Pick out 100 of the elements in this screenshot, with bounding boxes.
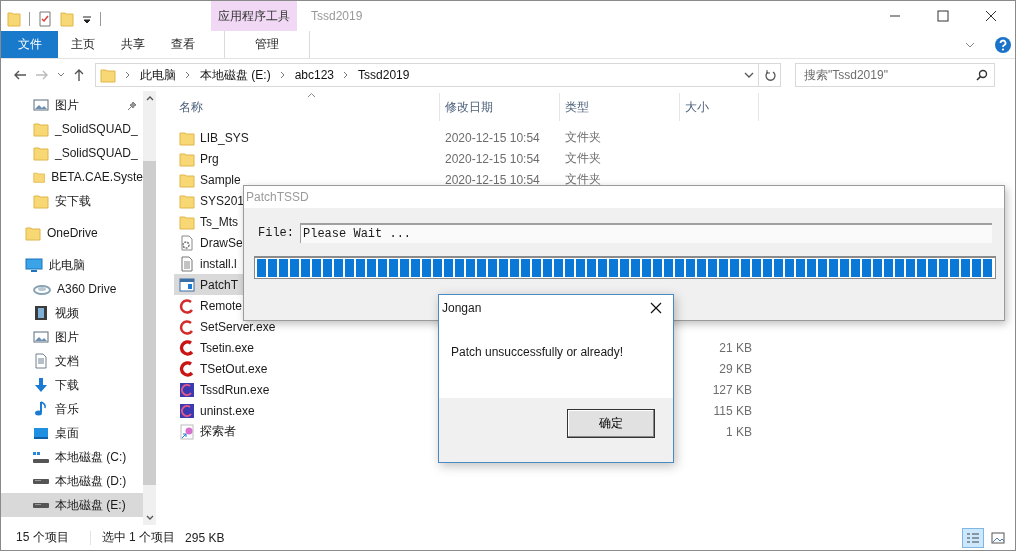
contextual-tab-group: 应用程序工具 [211, 1, 297, 31]
window-icon [179, 276, 195, 293]
swirl-app-icon [179, 318, 195, 335]
details-view-icon [966, 531, 980, 544]
folder-icon [179, 192, 195, 209]
column-header[interactable]: 名称 [174, 93, 440, 121]
item-count: 15 个项目 [16, 529, 69, 546]
sidebar-item[interactable]: 本地磁盘 (E:) [1, 493, 143, 517]
file-type: 文件夹 [564, 171, 602, 188]
message-text: Patch unsuccessfully or already! [451, 345, 624, 359]
scrollbar[interactable] [143, 91, 156, 525]
column-header[interactable]: 大小 [680, 93, 759, 121]
search-input[interactable]: 搜索"Tssd2019" [802, 67, 976, 83]
checked-document-icon[interactable] [38, 11, 52, 27]
app-icon [179, 381, 195, 398]
selection-size: 295 KB [185, 530, 225, 545]
monitor-icon [25, 257, 43, 273]
ribbon-tab[interactable]: 管理 [224, 31, 310, 58]
sidebar-item[interactable]: 本地磁盘 (C:) [1, 445, 143, 469]
folder-icon [25, 225, 41, 241]
ribbon-tab[interactable]: 主页 [58, 31, 108, 58]
chevron-right-icon [125, 71, 131, 79]
file-name: Ts_Mts [200, 214, 238, 229]
window-title: Tssd2019 [311, 9, 363, 23]
file-name: PatchT [200, 277, 238, 292]
back-button[interactable] [13, 69, 27, 81]
picture-icon [33, 329, 49, 345]
sidebar-item[interactable]: 图片 [1, 93, 143, 117]
gear-file-icon [179, 234, 195, 251]
ribbon-tab[interactable]: 共享 [108, 31, 158, 58]
folder-icon [100, 67, 116, 83]
file-name: DrawSe [200, 235, 243, 250]
maximize-icon [937, 10, 949, 22]
file-name: SYS201 [200, 193, 245, 208]
ribbon-tab[interactable]: 查看 [158, 31, 208, 58]
folder-icon [179, 150, 195, 167]
file-size: 29 KB [718, 361, 752, 376]
chevron-down-icon [57, 71, 65, 79]
view-button[interactable] [962, 527, 984, 548]
sidebar-item[interactable]: BETA.CAE.Syste [1, 165, 143, 189]
chevron-down-icon [145, 515, 154, 521]
file-name: LIB_SYS [200, 130, 249, 145]
up-arrow-icon [73, 68, 85, 82]
search-icon [976, 69, 988, 81]
file-type: 文件夹 [564, 150, 602, 167]
search-field[interactable]: 搜索"Tssd2019" [795, 63, 995, 87]
dialog-title: PatchTSSD [244, 186, 1004, 208]
file-type: 文件夹 [564, 129, 602, 146]
drive-icon [33, 502, 49, 508]
folder-icon [33, 145, 49, 161]
ribbon-tab[interactable]: 文件 [1, 31, 58, 58]
pin-icon [127, 101, 137, 111]
sidebar-item[interactable]: _SolidSQUAD_ [1, 141, 143, 165]
help-icon[interactable] [995, 36, 1011, 53]
file-date: 2020-12-15 10:54 [444, 151, 541, 166]
file-date: 2020-12-15 10:54 [444, 130, 541, 145]
sidebar-item[interactable]: OneDrive [1, 221, 143, 245]
sidebar-item[interactable]: 视频 [1, 301, 143, 325]
file-field[interactable]: Please Wait ... [300, 223, 992, 243]
refresh-icon [763, 69, 776, 81]
drive-icon [33, 451, 49, 463]
music-note-icon [33, 401, 49, 417]
ok-button[interactable]: 确定 [567, 409, 655, 438]
sidebar-item[interactable]: A360 Drive [1, 277, 143, 301]
column-header[interactable]: 类型 [560, 93, 680, 121]
chevron-down-icon[interactable] [744, 71, 754, 79]
recent-locations-button[interactable] [57, 71, 65, 79]
swirl-app-icon [179, 339, 195, 356]
refresh-button[interactable] [759, 63, 781, 87]
file-size: 21 KB [718, 340, 752, 355]
sidebar-item[interactable]: 安下载 [1, 189, 143, 213]
address-bar[interactable]: 此电脑 本地磁盘 (E:) abc123 Tssd2019 [95, 63, 759, 87]
file-size: 115 KB [712, 403, 752, 418]
sidebar-item[interactable]: _SolidSQUAD_ [1, 117, 143, 141]
sidebar-item[interactable]: 桌面 [1, 421, 143, 445]
down-arrow-icon [33, 377, 49, 393]
sidebar-item[interactable]: 下载 [1, 373, 143, 397]
file-name: Tsetin.exe [200, 340, 255, 355]
breadcrumb[interactable]: 本地磁盘 (E:) [200, 66, 271, 84]
chevron-right-icon [279, 71, 286, 79]
picture-icon [33, 97, 49, 113]
sidebar-item[interactable]: 文档 [1, 349, 143, 373]
breadcrumb[interactable]: abc123 [294, 68, 335, 82]
message-box-title: Jongan [442, 301, 482, 315]
app-icon [179, 402, 195, 419]
folder-icon [179, 213, 195, 230]
chevron-up-icon [145, 95, 154, 101]
file-name: SetServer.exe [200, 319, 276, 334]
sidebar-item[interactable]: 图片 [1, 325, 143, 349]
sidebar-item[interactable]: 本地磁盘 (D:) [1, 469, 143, 493]
breadcrumb[interactable]: Tssd2019 [358, 68, 410, 82]
breadcrumb[interactable]: 此电脑 [140, 66, 176, 84]
sidebar-item[interactable]: 音乐 [1, 397, 143, 421]
sidebar-item[interactable]: 此电脑 [1, 253, 143, 277]
drive-icon [33, 478, 49, 484]
file-name: install.l [200, 256, 237, 271]
up-button[interactable] [73, 68, 85, 82]
file-name: TssdRun.exe [200, 382, 270, 397]
column-header[interactable]: 修改日期 [440, 93, 560, 121]
field-label: File: [258, 226, 294, 240]
